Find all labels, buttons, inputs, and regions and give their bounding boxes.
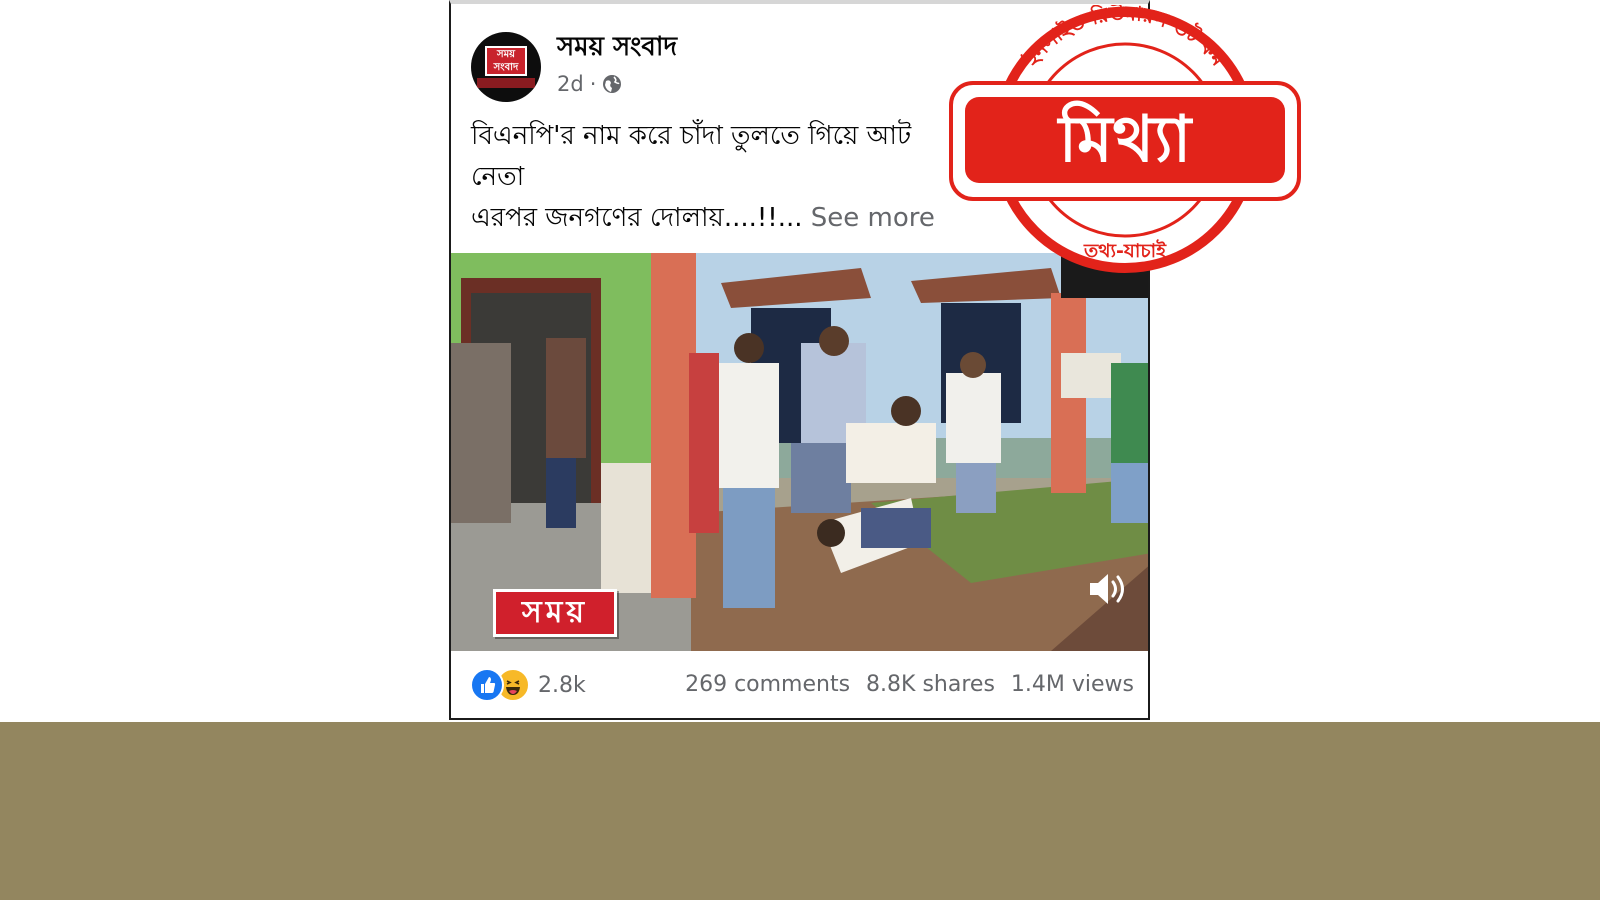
- reactions-summary[interactable]: 2.8k: [470, 668, 586, 702]
- see-more-link[interactable]: See more: [811, 203, 935, 233]
- video-player[interactable]: সময়: [451, 253, 1148, 651]
- volume-icon[interactable]: [1086, 571, 1130, 607]
- post-time[interactable]: 2d: [557, 72, 584, 96]
- page-name-link[interactable]: সময় সংবাদ: [557, 26, 677, 70]
- post-footer: 2.8k 269 comments 8.8K shares 1.4M views: [451, 664, 1148, 712]
- post-meta: 2d ·: [557, 72, 622, 96]
- globe-icon: [602, 74, 622, 94]
- avatar-logo-text: সময় সংবাদ: [485, 46, 527, 76]
- stamp-bottom-text: তথ্য-যাচাই: [1083, 240, 1167, 262]
- comments-count[interactable]: 269 comments: [685, 672, 850, 697]
- background-band: [0, 722, 1600, 900]
- like-icon: [470, 668, 504, 702]
- shares-count[interactable]: 8.8K shares: [866, 672, 995, 697]
- page-avatar[interactable]: সময় সংবাদ: [471, 32, 541, 102]
- views-count: 1.4M views: [1010, 672, 1134, 697]
- stamp-label: মিথ্যা: [1058, 103, 1192, 177]
- channel-watermark-logo: সময়: [493, 589, 617, 637]
- engagement-stats: 269 comments 8.8K shares 1.4M views: [685, 672, 1134, 697]
- reactions-count: 2.8k: [538, 672, 586, 698]
- meta-separator: ·: [589, 72, 597, 96]
- false-rating-stamp: ইনসাইড রিউমারস ভট কম মিথ্যা তথ্য-যাচাই: [945, 5, 1305, 275]
